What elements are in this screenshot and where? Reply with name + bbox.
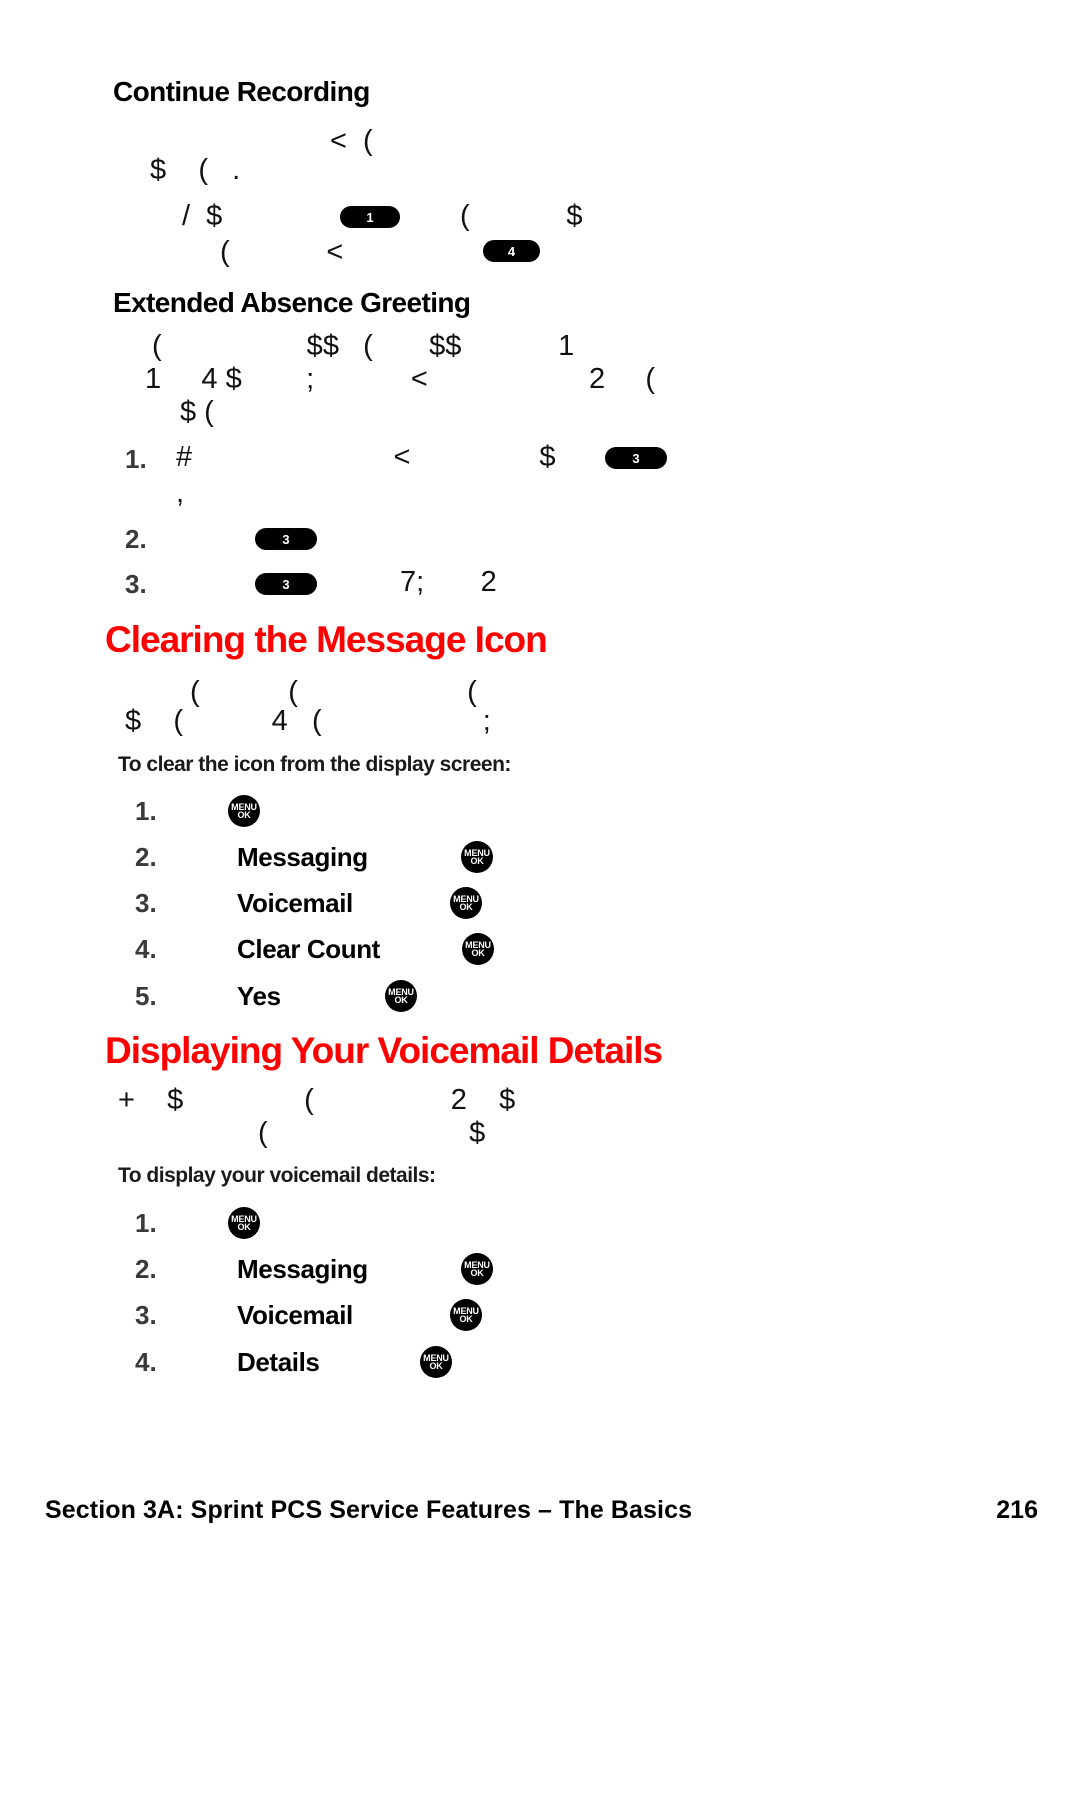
list-item-number: 1.	[135, 1208, 157, 1238]
list-item-label: Details	[237, 1347, 320, 1377]
key-badge-3: 3	[605, 447, 667, 469]
list-item-label: Clear Count	[237, 934, 380, 964]
footer-section-title: Section 3A: Sprint PCS Service Features …	[45, 1496, 693, 1524]
list-item-number: 5.	[135, 981, 157, 1011]
menu-ok-button[interactable]: MENU OK	[228, 1207, 260, 1239]
list-item-number: 4.	[135, 934, 157, 964]
menu-ok-label-ok: OK	[237, 1222, 251, 1232]
lead-clear-icon: To clear the icon from the display scree…	[118, 753, 511, 776]
list-item-number: 3.	[135, 1300, 157, 1330]
list-item-label: Messaging	[237, 1254, 368, 1284]
body-glyph-line: $ (	[180, 396, 214, 428]
list-item-label: Messaging	[237, 842, 368, 872]
menu-ok-button[interactable]: MENU OK	[450, 887, 482, 919]
list-item-label: Yes	[237, 981, 281, 1011]
body-glyph-line: < (	[330, 125, 373, 157]
heading-displaying-voicemail-details: Displaying Your Voicemail Details	[105, 1030, 663, 1071]
key-badge-1: 1	[340, 206, 400, 228]
menu-ok-button[interactable]: MENU OK	[462, 933, 494, 965]
body-glyph-line: ( $	[460, 200, 583, 232]
body-glyph-line: 1 4 $ ; < 2 (	[145, 363, 656, 395]
heading-continue-recording: Continue Recording	[113, 76, 370, 107]
key-badge-4: 4	[483, 240, 540, 262]
list-item-number: 4.	[135, 1347, 157, 1377]
list-item-number: 3.	[135, 888, 157, 918]
menu-ok-label-ok: OK	[237, 810, 251, 820]
key-badge-3: 3	[255, 528, 317, 550]
lead-display-details: To display your voicemail details:	[118, 1164, 436, 1187]
body-glyph-line: $ ( .	[150, 154, 241, 186]
body-glyph-line: # < $	[176, 441, 556, 473]
menu-ok-label-ok: OK	[459, 902, 473, 912]
list-item-number: 1.	[125, 444, 147, 474]
body-glyph-line: + $ ( 2 $	[118, 1084, 516, 1116]
menu-ok-label-ok: OK	[394, 995, 408, 1005]
list-item-label: Voicemail	[237, 1300, 353, 1330]
footer-page-number: 216	[996, 1496, 1038, 1524]
body-glyph-line: ( $	[258, 1117, 486, 1149]
body-glyph-line: / $	[182, 200, 223, 232]
menu-ok-button[interactable]: MENU OK	[461, 841, 493, 873]
key-badge-label: 3	[282, 531, 290, 547]
menu-ok-button[interactable]: MENU OK	[420, 1346, 452, 1378]
key-badge-label: 3	[282, 576, 290, 592]
body-glyph-line: ,	[176, 477, 185, 509]
body-glyph-line: ( $$ ( $$ 1	[152, 330, 575, 362]
menu-ok-button[interactable]: MENU OK	[461, 1253, 493, 1285]
menu-ok-button[interactable]: MENU OK	[228, 795, 260, 827]
menu-ok-label-ok: OK	[470, 1268, 484, 1278]
menu-ok-button[interactable]: MENU OK	[450, 1299, 482, 1331]
heading-clearing-message-icon: Clearing the Message Icon	[105, 619, 548, 660]
body-glyph-line: ( <	[220, 236, 344, 268]
menu-ok-label-ok: OK	[429, 1361, 443, 1371]
menu-ok-label-ok: OK	[470, 856, 484, 866]
body-glyph-line: $ ( 4 ( ;	[125, 705, 491, 737]
menu-ok-button[interactable]: MENU OK	[385, 980, 417, 1012]
list-item-number: 3.	[125, 569, 147, 599]
heading-extended-absence: Extended Absence Greeting	[113, 287, 471, 318]
manual-page: Continue Recording < ( $ ( . / $ 1 ( $ (…	[0, 0, 1080, 1800]
menu-ok-label-ok: OK	[459, 1314, 473, 1324]
list-item-number: 2.	[125, 524, 147, 554]
key-badge-label: 1	[366, 209, 374, 225]
menu-ok-label-ok: OK	[471, 948, 485, 958]
list-item-number: 2.	[135, 842, 157, 872]
key-badge-3: 3	[255, 573, 317, 595]
key-badge-label: 3	[632, 450, 640, 466]
key-badge-label: 4	[507, 243, 516, 259]
body-glyph-line: 7; 2	[400, 566, 497, 598]
list-item-number: 1.	[135, 796, 157, 826]
list-item-number: 2.	[135, 1254, 157, 1284]
list-item-label: Voicemail	[237, 888, 353, 918]
